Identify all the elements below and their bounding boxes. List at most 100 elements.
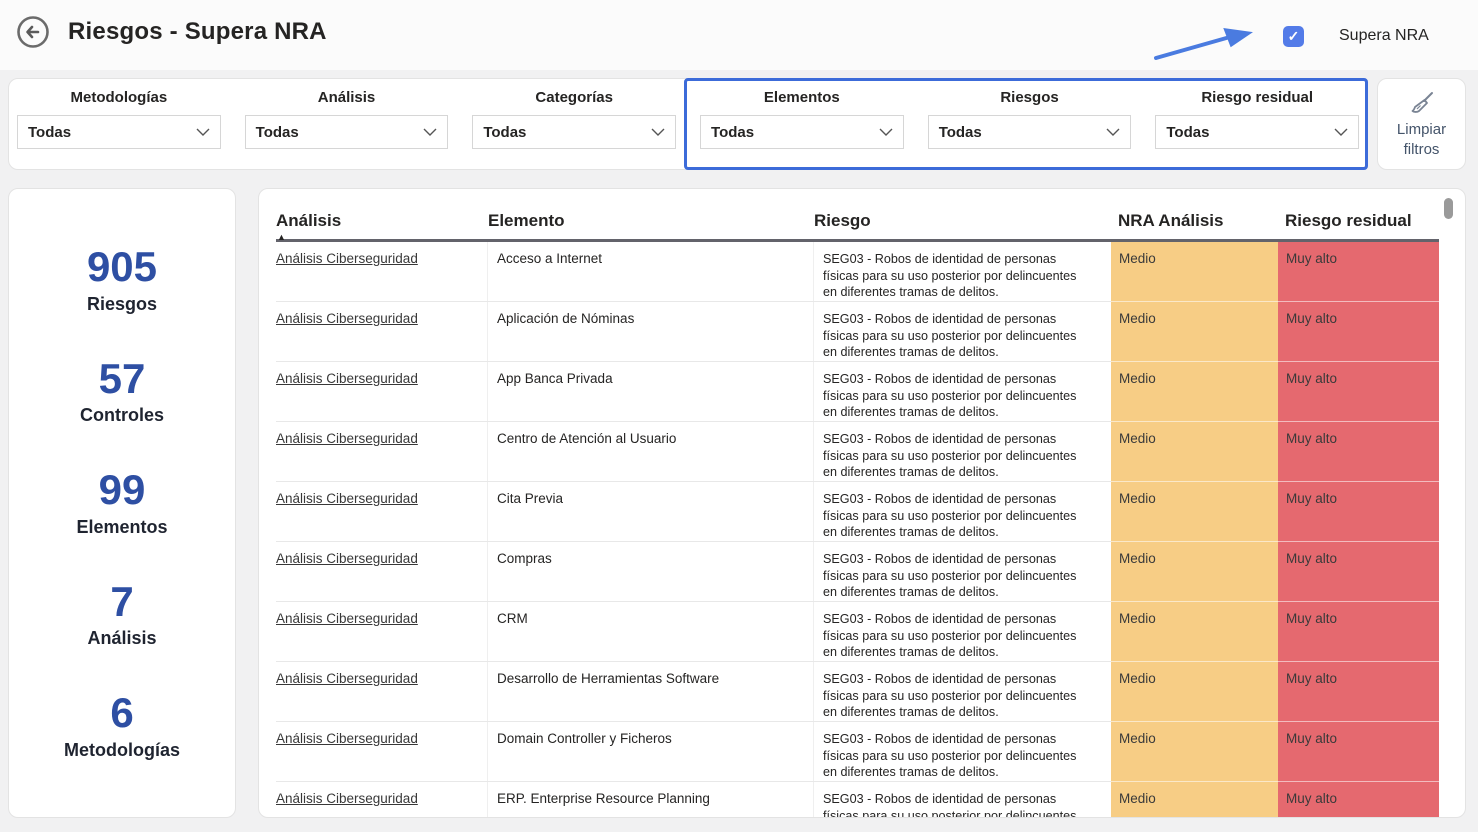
metodologias-dropdown[interactable]: Todas (17, 115, 221, 149)
analisis-cell: Análisis Ciberseguridad (276, 482, 488, 541)
supera-nra-checkbox[interactable]: ✓ (1283, 26, 1304, 47)
nra-analisis-cell: Medio (1111, 662, 1278, 722)
kpi-label: Elementos (9, 517, 235, 538)
chevron-down-icon (651, 128, 665, 136)
column-header-riesgo-residual[interactable]: Riesgo residual (1278, 211, 1439, 239)
filter-label: Análisis (245, 89, 449, 106)
analisis-link[interactable]: Análisis Ciberseguridad (276, 431, 418, 446)
kpi-metodologias: 6 Metodologías (9, 691, 235, 760)
riesgo-residual-cell: Muy alto (1278, 722, 1439, 782)
analisis-link[interactable]: Análisis Ciberseguridad (276, 791, 418, 806)
riesgo-cell: SEG03 - Robos de identidad de personas f… (813, 782, 1111, 818)
analisis-link[interactable]: Análisis Ciberseguridad (276, 551, 418, 566)
chevron-down-icon (1106, 128, 1120, 136)
elemento-cell: App Banca Privada (487, 362, 814, 421)
column-header-riesgo[interactable]: Riesgo (814, 211, 1111, 239)
kpi-analisis: 7 Análisis (9, 580, 235, 649)
dropdown-value: Todas (28, 124, 71, 141)
analisis-cell: Análisis Ciberseguridad (276, 302, 488, 361)
analisis-cell: Análisis Ciberseguridad (276, 782, 488, 818)
risk-table-card: Análisis ▲ Elemento Riesgo NRA Análisis … (258, 188, 1466, 818)
chevron-down-icon (196, 128, 210, 136)
table-row: Análisis Ciberseguridad ERP. Enterprise … (276, 782, 1439, 818)
chevron-down-icon (879, 128, 893, 136)
page-title: Riesgos - Supera NRA (68, 18, 327, 46)
nra-analisis-cell: Medio (1111, 722, 1278, 782)
riesgo-residual-cell: Muy alto (1278, 302, 1439, 362)
analisis-link[interactable]: Análisis Ciberseguridad (276, 251, 418, 266)
filter-label: Riesgos (928, 89, 1132, 106)
checkmark-icon: ✓ (1288, 28, 1300, 45)
analisis-dropdown[interactable]: Todas (245, 115, 449, 149)
kpi-card: 905 Riesgos 57 Controles 99 Elementos 7 … (8, 188, 236, 818)
elemento-cell: CRM (487, 602, 814, 661)
header-band: Riesgos - Supera NRA ✓ Supera NRA (0, 0, 1478, 70)
table-scrollbar-thumb[interactable] (1444, 198, 1453, 219)
analisis-link[interactable]: Análisis Ciberseguridad (276, 611, 418, 626)
nra-analisis-cell: Medio (1111, 482, 1278, 542)
filter-label: Elementos (700, 89, 904, 106)
arrow-left-circle-icon (16, 15, 50, 49)
analisis-cell: Análisis Ciberseguridad (276, 422, 488, 481)
elemento-cell: ERP. Enterprise Resource Planning (487, 782, 814, 818)
analisis-link[interactable]: Análisis Ciberseguridad (276, 671, 418, 686)
table-row: Análisis Ciberseguridad CRM SEG03 - Robo… (276, 602, 1439, 662)
categorias-dropdown[interactable]: Todas (472, 115, 676, 149)
elementos-dropdown[interactable]: Todas (700, 115, 904, 149)
analisis-cell: Análisis Ciberseguridad (276, 242, 488, 301)
analisis-link[interactable]: Análisis Ciberseguridad (276, 311, 418, 326)
elemento-cell: Aplicación de Nóminas (487, 302, 814, 361)
kpi-value: 7 (9, 580, 235, 624)
kpi-label: Análisis (9, 628, 235, 649)
elemento-cell: Domain Controller y Ficheros (487, 722, 814, 781)
table-header-row: Análisis ▲ Elemento Riesgo NRA Análisis … (276, 189, 1439, 242)
column-header-analisis[interactable]: Análisis ▲ (276, 211, 488, 239)
kpi-label: Controles (9, 405, 235, 426)
riesgo-residual-cell: Muy alto (1278, 662, 1439, 722)
analisis-cell: Análisis Ciberseguridad (276, 722, 488, 781)
filter-bar: Metodologías Todas Análisis Todas Catego… (8, 78, 1368, 170)
column-header-elemento[interactable]: Elemento (488, 211, 814, 239)
riesgo-cell: SEG03 - Robos de identidad de personas f… (813, 242, 1111, 301)
clear-filters-button[interactable]: Limpiar filtros (1377, 78, 1466, 170)
riesgo-residual-cell: Muy alto (1278, 422, 1439, 482)
filter-label: Categorías (472, 89, 676, 106)
elemento-cell: Acceso a Internet (487, 242, 814, 301)
analisis-link[interactable]: Análisis Ciberseguridad (276, 491, 418, 506)
kpi-value: 99 (9, 468, 235, 512)
analisis-link[interactable]: Análisis Ciberseguridad (276, 371, 418, 386)
riesgo-cell: SEG03 - Robos de identidad de personas f… (813, 302, 1111, 361)
column-header-nra-analisis[interactable]: NRA Análisis (1111, 211, 1278, 239)
filter-group-riesgo-residual: Riesgo residual Todas (1155, 89, 1359, 169)
nra-analisis-cell: Medio (1111, 782, 1278, 818)
riesgo-residual-cell: Muy alto (1278, 362, 1439, 422)
table-body: Análisis Ciberseguridad Acceso a Interne… (259, 242, 1465, 818)
table-row: Análisis Ciberseguridad Desarrollo de He… (276, 662, 1439, 722)
filter-group-elementos: Elementos Todas (700, 89, 904, 169)
dropdown-value: Todas (939, 124, 982, 141)
analisis-link[interactable]: Análisis Ciberseguridad (276, 731, 418, 746)
kpi-value: 6 (9, 691, 235, 735)
riesgo-residual-cell: Muy alto (1278, 542, 1439, 602)
riesgos-dropdown[interactable]: Todas (928, 115, 1132, 149)
kpi-value: 57 (9, 357, 235, 401)
nra-analisis-cell: Medio (1111, 302, 1278, 362)
analisis-cell: Análisis Ciberseguridad (276, 602, 488, 661)
riesgo-cell: SEG03 - Robos de identidad de personas f… (813, 422, 1111, 481)
filter-group-metodologias: Metodologías Todas (17, 89, 221, 169)
riesgo-residual-cell: Muy alto (1278, 602, 1439, 662)
nra-analisis-cell: Medio (1111, 542, 1278, 602)
kpi-elementos: 99 Elementos (9, 468, 235, 537)
riesgo-residual-cell: Muy alto (1278, 482, 1439, 542)
elemento-cell: Compras (487, 542, 814, 601)
table-row: Análisis Ciberseguridad App Banca Privad… (276, 362, 1439, 422)
dropdown-value: Todas (1166, 124, 1209, 141)
elemento-cell: Cita Previa (487, 482, 814, 541)
back-button[interactable] (16, 15, 50, 49)
chevron-down-icon (423, 128, 437, 136)
filter-group-riesgos: Riesgos Todas (928, 89, 1132, 169)
riesgo-residual-cell: Muy alto (1278, 782, 1439, 818)
riesgo-residual-dropdown[interactable]: Todas (1155, 115, 1359, 149)
nra-analisis-cell: Medio (1111, 362, 1278, 422)
table-row: Análisis Ciberseguridad Domain Controlle… (276, 722, 1439, 782)
